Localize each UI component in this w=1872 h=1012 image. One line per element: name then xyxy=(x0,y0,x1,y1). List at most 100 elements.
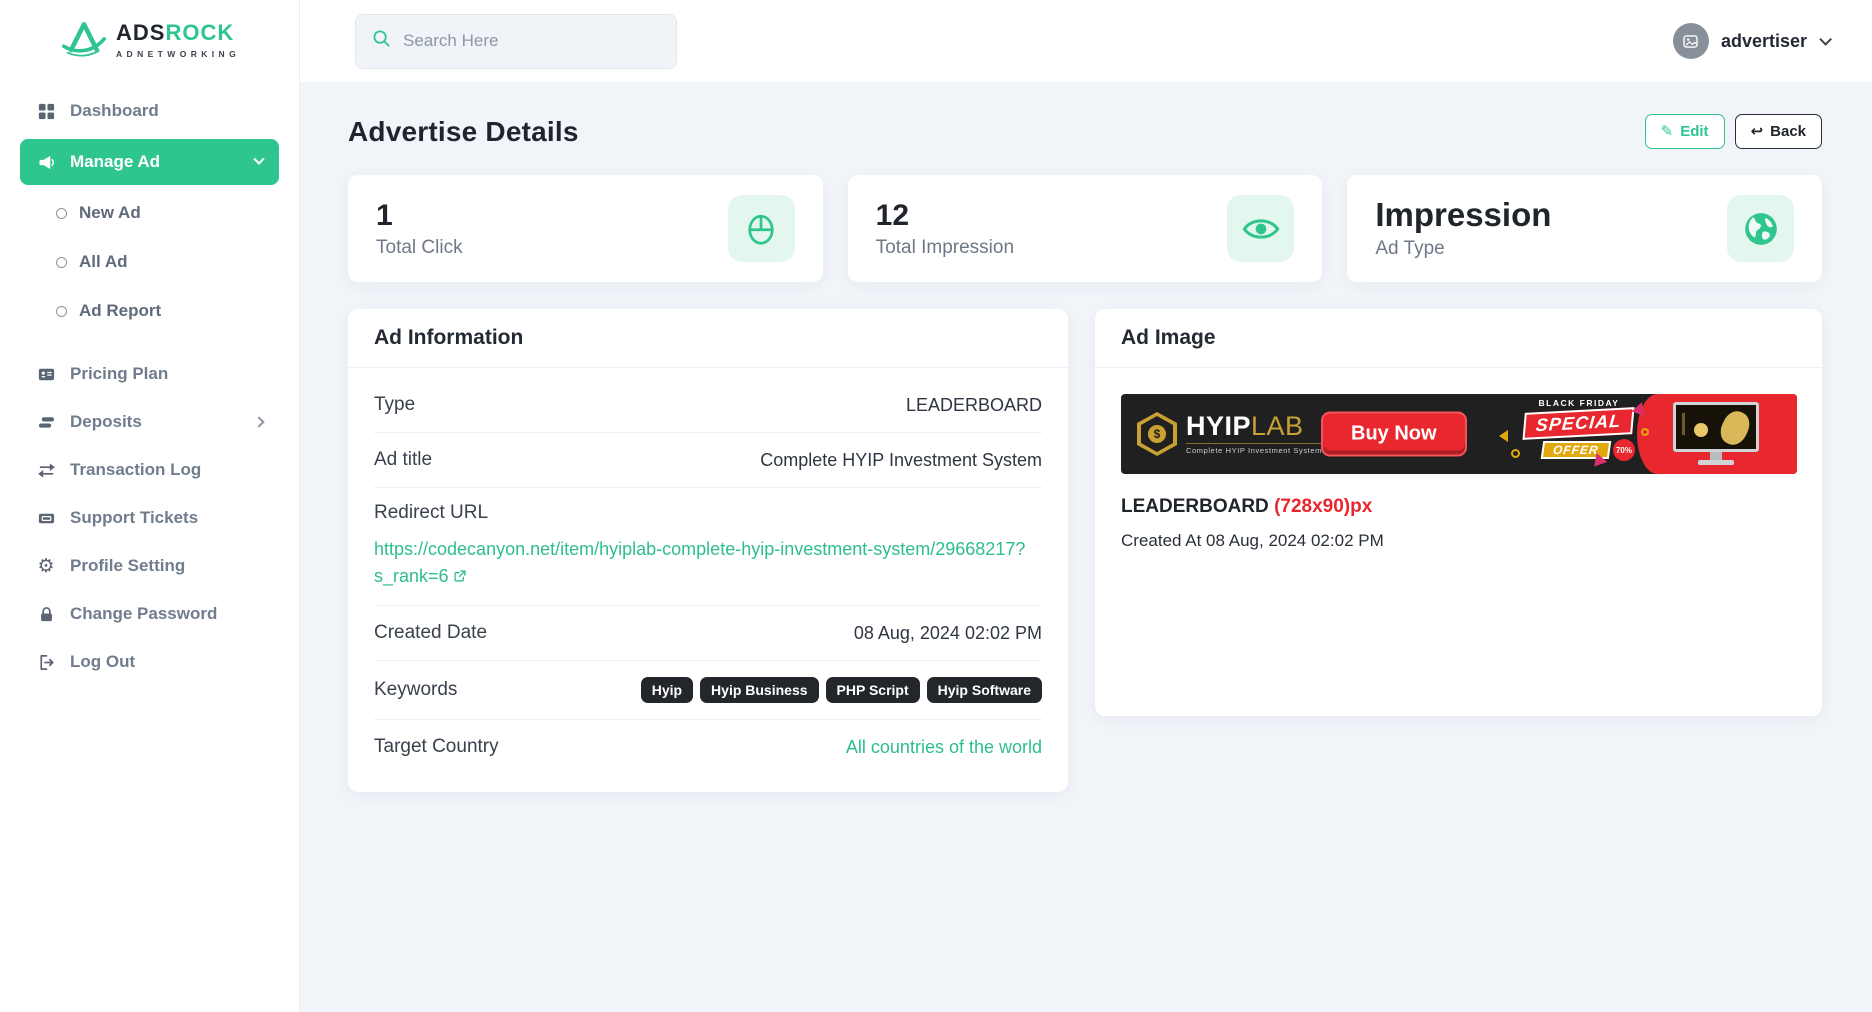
info-label: Keywords xyxy=(374,679,458,700)
pencil-icon: ✎ xyxy=(1660,122,1674,140)
stat-value: 1 xyxy=(376,198,393,232)
gear-icon: ⚙ xyxy=(37,554,55,577)
stat-label: Ad Type xyxy=(1375,238,1445,260)
info-value: LEADERBOARD xyxy=(905,394,1042,415)
id-card-icon xyxy=(36,364,56,384)
sidebar-item-label: Log Out xyxy=(70,652,136,671)
sidebar-item-transaction-log[interactable]: Transaction Log xyxy=(20,450,279,490)
search-icon xyxy=(372,29,391,53)
banner-red-section xyxy=(1637,394,1797,474)
lock-icon xyxy=(36,604,56,624)
avatar xyxy=(1672,23,1709,59)
circle-icon xyxy=(56,256,67,268)
ad-banner-image[interactable]: $ HYIPLAB Complete HYIP Investment Syste… xyxy=(1121,394,1797,474)
sidebar-item-label: Change Password xyxy=(70,604,218,623)
panel-title: Ad Image xyxy=(1121,326,1216,349)
sidebar-item-label: Pricing Plan xyxy=(70,364,169,383)
sidebar-item-log-out[interactable]: Log Out xyxy=(20,642,279,682)
sidebar-item-support-tickets[interactable]: Support Tickets xyxy=(20,498,279,538)
sidebar-item-label: Manage Ad xyxy=(70,152,161,171)
stat-card-total-click: 1 Total Click xyxy=(348,175,823,282)
sidebar-item-label: New Ad xyxy=(79,203,141,222)
user-name: advertiser xyxy=(1720,30,1807,51)
sidebar-item-manage-ad[interactable]: Manage Ad xyxy=(20,139,279,185)
grid-icon xyxy=(36,101,56,121)
triangle-decoration xyxy=(1499,430,1508,442)
topbar: advertiser xyxy=(300,0,1872,82)
discount-badge: 70% xyxy=(1613,439,1635,461)
info-label: Redirect URL xyxy=(374,502,489,523)
info-row-created-date: Created Date 08 Aug, 2024 02:02 PM xyxy=(374,606,1042,661)
circle-icon xyxy=(56,305,67,317)
info-row-ad-title: Ad title Complete HYIP Investment System xyxy=(374,433,1042,488)
info-label: Target Country xyxy=(374,736,499,757)
circle-icon xyxy=(56,207,67,219)
sidebar-item-deposits[interactable]: Deposits xyxy=(20,402,279,442)
stat-label: Total Impression xyxy=(875,236,1015,258)
panel-header: Ad Information xyxy=(348,309,1068,368)
info-label: Type xyxy=(374,394,416,415)
panel-header: Ad Image xyxy=(1095,309,1822,368)
page-header: Advertise Details ✎ Edit ↩ Back xyxy=(348,114,1822,149)
brand-logo[interactable]: ADSROCK ADNETWORKING xyxy=(0,0,299,73)
redirect-url-link[interactable]: https://codecanyon.net/item/hyiplab-comp… xyxy=(374,536,1042,591)
keyword-badge: Hyip Business xyxy=(700,677,819,703)
sidebar-item-label: Transaction Log xyxy=(70,460,202,479)
chevron-down-icon xyxy=(1819,32,1832,46)
transfer-icon xyxy=(36,460,56,480)
back-button-label: Back xyxy=(1770,123,1806,140)
search-box[interactable] xyxy=(355,13,677,69)
circle-decoration xyxy=(1641,428,1649,436)
sidebar-item-ad-report[interactable]: Ad Report xyxy=(20,291,279,331)
buy-now-button[interactable]: Buy Now xyxy=(1321,411,1467,457)
circle-decoration xyxy=(1511,449,1520,458)
sidebar-item-profile-setting[interactable]: ⚙ Profile Setting xyxy=(20,546,279,586)
ad-created-at: Created At 08 Aug, 2024 02:02 PM xyxy=(1121,531,1384,550)
external-link-icon xyxy=(453,564,467,591)
info-value: 08 Aug, 2024 02:02 PM xyxy=(853,622,1042,643)
ad-image-panel: Ad Image $ HYIPLAB Complete HYIP Investm… xyxy=(1095,309,1822,716)
sidebar-item-new-ad[interactable]: New Ad xyxy=(20,193,279,233)
stats-row: 1 Total Click 12 Total Impression Impres… xyxy=(348,175,1823,282)
ad-type-text: LEADERBOARD xyxy=(1121,496,1269,517)
back-button[interactable]: ↩ Back xyxy=(1734,114,1822,149)
adsrock-logo-icon xyxy=(62,18,106,63)
info-label: Created Date xyxy=(374,622,488,643)
sidebar-item-all-ad[interactable]: All Ad xyxy=(20,242,279,282)
info-value: Complete HYIP Investment System xyxy=(760,449,1042,470)
page-title: Advertise Details xyxy=(348,115,579,147)
chevron-right-icon xyxy=(253,416,265,428)
keyword-badge: Hyip Software xyxy=(926,677,1042,703)
brand-tagline: ADNETWORKING xyxy=(116,49,241,59)
black-friday-label: BLACK FRIDAY xyxy=(1538,398,1620,408)
keyword-badge: PHP Script xyxy=(825,677,920,703)
sidebar-item-change-password[interactable]: Change Password xyxy=(20,594,279,634)
keyword-badge: Hyip xyxy=(640,677,694,703)
sidebar-item-label: Deposits xyxy=(70,412,142,431)
brand-name: ADSROCK xyxy=(116,20,235,45)
target-country-link[interactable]: All countries of the world xyxy=(846,737,1042,758)
hyiplab-tagline: Complete HYIP Investment System xyxy=(1186,443,1323,455)
keywords-list: Hyip Hyip Business PHP Script Hyip Softw… xyxy=(640,677,1042,703)
sidebar-item-pricing-plan[interactable]: Pricing Plan xyxy=(20,354,279,394)
ticket-icon xyxy=(36,508,56,528)
sidebar-item-dashboard[interactable]: Dashboard xyxy=(20,91,279,131)
logout-icon xyxy=(36,652,56,672)
special-ribbon: SPECIAL xyxy=(1522,407,1636,440)
sidebar-item-label: Dashboard xyxy=(70,101,159,120)
sidebar-item-label: Support Tickets xyxy=(70,508,199,527)
stat-label: Total Click xyxy=(376,236,463,258)
info-row-type: Type LEADERBOARD xyxy=(374,378,1042,433)
search-input[interactable] xyxy=(403,31,660,51)
sidebar: ADSROCK ADNETWORKING Dashboard Manage Ad xyxy=(0,0,300,1012)
edit-button[interactable]: ✎ Edit xyxy=(1644,114,1725,149)
edit-button-label: Edit xyxy=(1680,123,1709,140)
sidebar-item-label: Ad Report xyxy=(79,301,162,320)
ad-size-text: (728x90)px xyxy=(1274,496,1373,517)
user-menu[interactable]: advertiser xyxy=(1672,23,1832,59)
deposits-icon xyxy=(36,412,56,432)
hexagon-coin-icon: $ xyxy=(1137,412,1177,456)
globe-icon xyxy=(1727,195,1795,262)
eye-icon xyxy=(1227,195,1295,262)
page-content: Advertise Details ✎ Edit ↩ Back 1 Total … xyxy=(300,82,1872,1012)
